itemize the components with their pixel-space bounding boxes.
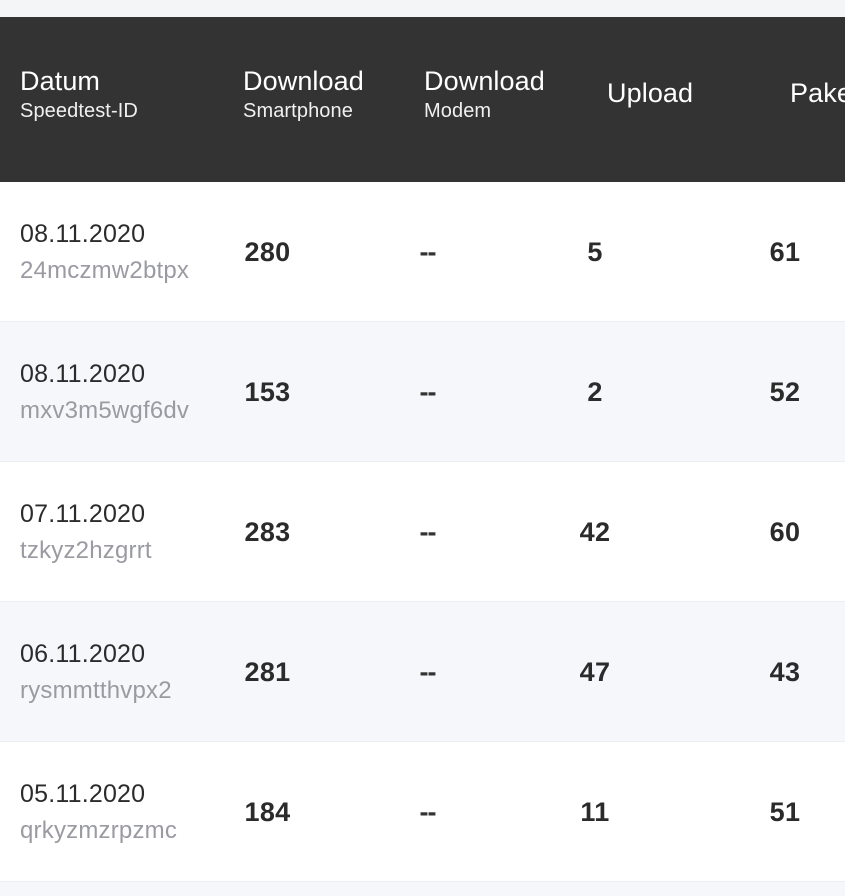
cell-upload: 2: [587, 376, 603, 407]
column-header-datum-title: Datum: [20, 66, 101, 96]
cell-upload: 11: [580, 796, 610, 827]
cell-paket: 61: [769, 236, 801, 267]
column-header-paket-title: Pake: [790, 78, 845, 108]
column-header-download-smartphone[interactable]: Download Smartphone: [243, 17, 418, 182]
cell-upload: 47: [579, 656, 611, 687]
cell-download-modem: --: [419, 376, 437, 407]
table-row-partial[interactable]: [0, 882, 845, 896]
table-row[interactable]: 05.11.2020 qrkyzmzrpzmc 184 -- 11 51: [0, 742, 845, 882]
column-header-download-smartphone-title: Download: [243, 66, 364, 96]
cell-download-smartphone: 153: [244, 376, 291, 407]
cell-upload: 42: [579, 516, 611, 547]
column-header-download-modem[interactable]: Download Modem: [424, 17, 599, 182]
cell-paket: 60: [769, 516, 801, 547]
column-header-paket[interactable]: Pake: [790, 17, 845, 182]
table-row[interactable]: 07.11.2020 tzkyz2hzgrrt 283 -- 42 60: [0, 462, 845, 602]
column-header-datum[interactable]: Datum Speedtest-ID: [20, 17, 235, 182]
table-body: 08.11.2020 24mczmw2btpx 280 -- 5 61 08.1…: [0, 182, 845, 896]
column-header-upload-title: Upload: [607, 78, 694, 108]
cell-download-modem: --: [419, 656, 437, 687]
cell-paket: 51: [769, 796, 801, 827]
cell-download-smartphone: 280: [244, 236, 291, 267]
cell-paket: 43: [769, 656, 801, 687]
cell-download-smartphone: 184: [244, 796, 291, 827]
speedtest-table-page: Datum Speedtest-ID Download Smartphone D…: [0, 0, 845, 896]
column-header-datum-subtitle: Speedtest-ID: [20, 100, 138, 122]
table-scroll-viewport[interactable]: Datum Speedtest-ID Download Smartphone D…: [0, 17, 845, 896]
cell-download-modem: --: [419, 796, 437, 827]
table-row[interactable]: 08.11.2020 24mczmw2btpx 280 -- 5 61: [0, 182, 845, 322]
table-row[interactable]: 08.11.2020 mxv3m5wgf6dv 153 -- 2 52: [0, 322, 845, 462]
cell-download-modem: --: [419, 516, 437, 547]
cell-download-modem: --: [419, 236, 437, 267]
column-header-download-modem-title: Download: [424, 66, 545, 96]
cell-upload: 5: [587, 236, 603, 267]
column-header-upload[interactable]: Upload: [607, 17, 782, 182]
column-header-download-smartphone-subtitle: Smartphone: [243, 100, 353, 122]
table-header-row: Datum Speedtest-ID Download Smartphone D…: [0, 17, 845, 182]
cell-paket: 52: [769, 376, 801, 407]
column-header-download-modem-subtitle: Modem: [424, 100, 492, 122]
speedtest-table: Datum Speedtest-ID Download Smartphone D…: [0, 17, 845, 896]
top-strip: [0, 0, 845, 17]
cell-download-smartphone: 283: [244, 516, 291, 547]
table-row[interactable]: 06.11.2020 rysmmtthvpx2 281 -- 47 43: [0, 602, 845, 742]
cell-download-smartphone: 281: [244, 656, 291, 687]
